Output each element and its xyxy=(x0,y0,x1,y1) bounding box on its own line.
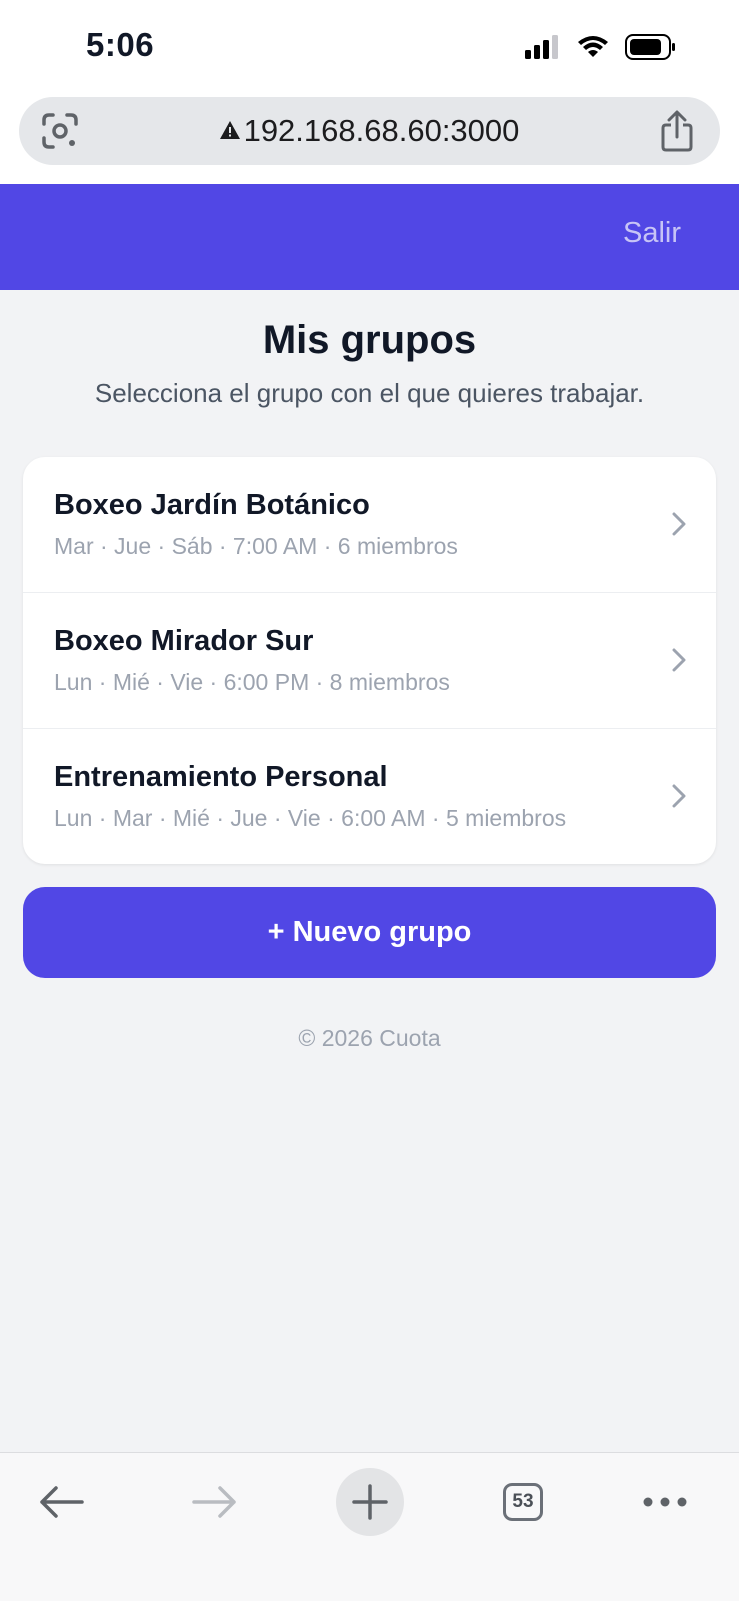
back-arrow-icon xyxy=(40,1486,84,1518)
chevron-right-icon xyxy=(672,648,686,672)
chevron-right-icon xyxy=(672,512,686,536)
wifi-icon xyxy=(578,36,608,57)
more-icon xyxy=(643,1497,687,1507)
group-details: Lun · Mar · Mié · Jue · Vie · 6:00 AM · … xyxy=(54,805,567,831)
signal-icon xyxy=(525,35,558,59)
share-icon[interactable] xyxy=(658,110,696,152)
address-bar[interactable]: 192.168.68.60:3000 xyxy=(19,97,720,165)
back-button[interactable] xyxy=(26,1467,96,1537)
more-button[interactable] xyxy=(630,1467,700,1537)
url-text: 192.168.68.60:3000 xyxy=(243,113,520,148)
chevron-right-icon xyxy=(672,784,686,808)
status-icons xyxy=(525,34,677,60)
new-tab-circle xyxy=(336,1468,404,1536)
group-row[interactable]: Boxeo Mirador Sur Lun · Mié · Vie · 6:00… xyxy=(23,592,716,728)
group-row[interactable]: Entrenamiento Personal Lun · Mar · Mié ·… xyxy=(23,728,716,864)
group-details: Lun · Mié · Vie · 6:00 PM · 8 miembros xyxy=(54,669,450,695)
groups-list: Boxeo Jardín Botánico Mar · Jue · Sáb · … xyxy=(23,457,716,864)
group-name: Boxeo Jardín Botánico xyxy=(54,489,370,521)
new-group-button[interactable]: + Nuevo grupo xyxy=(23,887,716,978)
tabs-button[interactable]: 53 xyxy=(488,1467,558,1537)
status-bar: 5:06 xyxy=(0,0,739,92)
url-text-container[interactable]: 192.168.68.60:3000 xyxy=(19,113,720,149)
footer-copyright: © 2026 Cuota xyxy=(298,1025,441,1051)
page-subtitle: Selecciona el grupo con el que quieres t… xyxy=(94,378,645,408)
group-row[interactable]: Boxeo Jardín Botánico Mar · Jue · Sáb · … xyxy=(23,457,716,592)
status-time: 5:06 xyxy=(86,26,155,63)
group-name: Entrenamiento Personal xyxy=(54,761,388,793)
group-details: Mar · Jue · Sáb · 7:00 AM · 6 miembros xyxy=(54,533,458,559)
browser-bottom-bar: 53 xyxy=(0,1452,739,1601)
forward-arrow-icon xyxy=(192,1486,236,1518)
battery-icon xyxy=(625,34,675,60)
group-name: Boxeo Mirador Sur xyxy=(54,625,314,657)
warning-icon xyxy=(219,120,240,139)
logout-link[interactable]: Salir xyxy=(623,217,681,250)
new-tab-button[interactable] xyxy=(335,1467,405,1537)
forward-button[interactable] xyxy=(180,1467,250,1537)
page-title: Mis grupos xyxy=(262,318,477,362)
tab-count: 53 xyxy=(512,1491,534,1512)
new-tab-plus-icon xyxy=(352,1484,388,1520)
browser-toolbar: 192.168.68.60:3000 xyxy=(0,92,739,184)
app-header: Salir xyxy=(0,184,739,290)
tabs-icon: 53 xyxy=(503,1483,543,1521)
